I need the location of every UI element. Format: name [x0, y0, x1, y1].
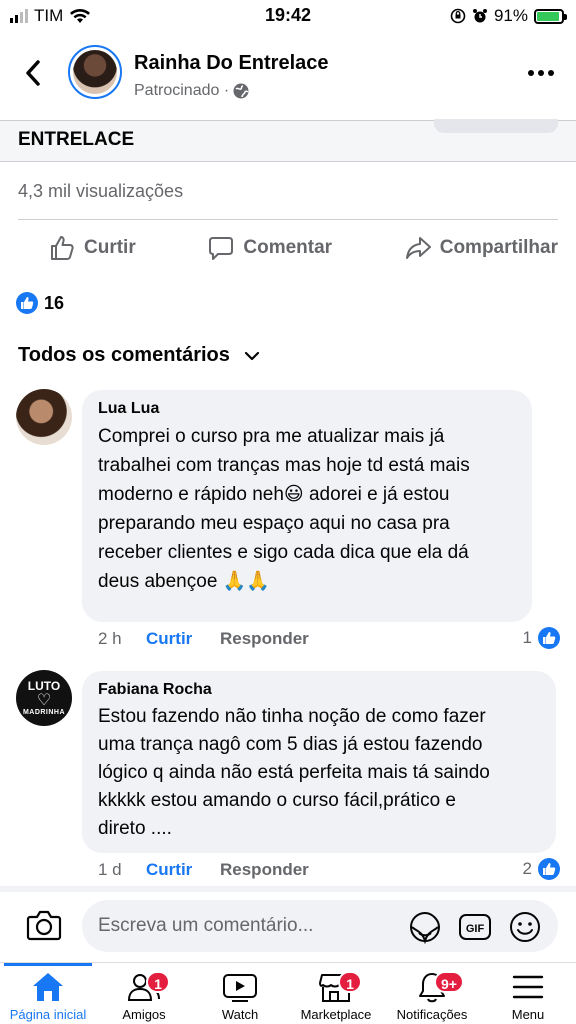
comment-text: Comprei o curso pra me atualizar mais já…	[98, 422, 516, 596]
tab-friends[interactable]: 1 Amigos	[96, 969, 192, 1022]
gif-icon[interactable]: GIF	[458, 910, 492, 944]
commenter-avatar[interactable]	[16, 389, 72, 445]
tab-marketplace[interactable]: 1 Marketplace	[288, 969, 384, 1022]
comment-line: uma trança nagô com 5 dias já estou faze…	[98, 734, 483, 755]
comment-button-label: Comentar	[243, 237, 333, 258]
divider	[18, 219, 558, 220]
comment-composer[interactable]: Escreva um comentário... GIF	[82, 900, 558, 952]
sticker-icon[interactable]	[408, 910, 442, 944]
emoji-icon[interactable]	[508, 910, 542, 944]
like-button[interactable]: Curtir	[48, 222, 136, 274]
battery-icon	[534, 8, 567, 24]
comment-author[interactable]: Fabiana Rocha	[98, 681, 540, 699]
page-avatar[interactable]	[68, 45, 122, 99]
comments-filter-label: Todos os comentários	[18, 344, 230, 366]
preview-title: ENTRELACE	[18, 129, 135, 150]
comment-line: direto ....	[98, 818, 172, 839]
comment-meta: 1 d Curtir Responder	[98, 860, 309, 880]
tab-label: Menu	[511, 1007, 545, 1022]
comment-bubble: Fabiana Rocha Estou fazendo não tinha no…	[82, 671, 556, 853]
comment-like-count[interactable]: 1	[523, 627, 560, 649]
gif-label: GIF	[466, 923, 485, 935]
commenter-avatar[interactable]: LUTO ♡ MADRINHA	[16, 670, 72, 726]
comment-age: 2 h	[98, 629, 122, 648]
alarm-icon	[472, 9, 487, 23]
comment-line: kkkkk estou amando o curso fácil,prático…	[98, 790, 457, 811]
more-options-icon[interactable]	[528, 70, 554, 76]
preview-tab	[434, 119, 558, 133]
like-reaction-icon	[538, 627, 560, 649]
notification-badge: 1	[338, 971, 362, 993]
back-arrow-icon[interactable]	[20, 56, 50, 90]
tab-label: Marketplace	[300, 1007, 372, 1022]
view-count: 4,3 mil visualizações	[18, 181, 184, 201]
comment-line: Comprei o curso pra me atualizar mais já	[98, 426, 445, 447]
comment-like-button[interactable]: Curtir	[146, 860, 220, 880]
comment-meta: 2 h Curtir Responder	[98, 629, 309, 649]
comment-like-count[interactable]: 2	[523, 858, 560, 880]
thumbs-up-icon	[51, 236, 74, 260]
avatar-text-bottom: MADRINHA	[22, 708, 66, 716]
like-reaction-icon	[538, 858, 560, 880]
sponsored-label: Patrocinado ·	[134, 82, 249, 100]
active-tab-indicator	[4, 963, 92, 966]
status-right: 91%	[450, 6, 567, 26]
post-actions: Curtir Comentar Compartilhar	[0, 222, 576, 274]
comment-author[interactable]: Lua Lua	[98, 400, 516, 418]
watch-icon	[223, 974, 257, 1002]
comment-like-button[interactable]: Curtir	[146, 629, 220, 649]
comment-bubble: Lua Lua Comprei o curso pra me atualizar…	[82, 390, 532, 622]
comment-line: trabalhei com tranças mas hoje td está m…	[98, 455, 470, 476]
tab-label: Página inicial	[9, 1007, 87, 1022]
post-header: Rainha Do Entrelace Patrocinado ·	[0, 36, 576, 112]
comment-line: receber clientes e sigo cada dica que el…	[98, 542, 469, 563]
comment-like-number: 2	[522, 859, 532, 878]
comment-like-number: 1	[522, 628, 532, 647]
comment-line: lógico q ainda não está perfeita mais tá…	[98, 762, 490, 783]
post-link-preview[interactable]: ENTRELACE	[0, 119, 576, 162]
globe-icon	[233, 83, 249, 99]
notification-badge: 1	[146, 971, 170, 993]
page-name[interactable]: Rainha Do Entrelace	[134, 52, 329, 75]
tab-menu[interactable]: Menu	[480, 969, 576, 1022]
comment-reply-button[interactable]: Responder	[220, 629, 309, 649]
tab-home[interactable]: Página inicial	[0, 969, 96, 1022]
heart-icon: ♡	[36, 691, 52, 709]
rotation-lock-icon	[450, 8, 466, 24]
notification-badge: 9+	[434, 971, 464, 993]
comment-input-placeholder[interactable]: Escreva um comentário...	[98, 915, 313, 937]
comments-filter[interactable]: Todos os comentários	[18, 344, 260, 367]
chevron-down-icon	[244, 351, 259, 360]
comment-icon	[209, 237, 234, 260]
tab-label: Watch	[221, 1007, 259, 1022]
share-button[interactable]: Compartilhar	[404, 222, 558, 274]
tab-notifications[interactable]: 9+ Notificações	[384, 969, 480, 1022]
like-reaction-icon	[16, 292, 38, 314]
comment-line: deus abençoe 🙏🙏	[98, 571, 270, 592]
home-icon	[33, 973, 63, 1001]
comment-line: moderno e rápido neh😃 adorei e já estou	[98, 484, 450, 505]
status-bar: TIM 19:42 91%	[0, 0, 576, 32]
share-button-label: Compartilhar	[439, 237, 558, 258]
share-icon	[405, 237, 431, 259]
comment-text: Estou fazendo não tinha noção de como fa…	[98, 703, 540, 843]
comment-reply-button[interactable]: Responder	[220, 860, 309, 880]
like-button-label: Curtir	[84, 237, 136, 258]
comment-line: preparando meu espaço aqui no casa pra	[98, 513, 450, 534]
sponsored-text: Patrocinado ·	[134, 82, 230, 99]
tab-watch[interactable]: Watch	[192, 969, 288, 1022]
bottom-tab-bar: Página inicial 1 Amigos Watch 1 Marketpl…	[0, 962, 576, 1024]
camera-icon[interactable]	[26, 908, 62, 942]
avatar-text-top: LUTO	[27, 679, 61, 694]
tab-label: Amigos	[122, 1007, 166, 1022]
menu-icon	[512, 975, 544, 999]
composer-separator	[0, 886, 576, 892]
battery-percent: 91%	[493, 6, 528, 25]
comment-button[interactable]: Comentar	[207, 222, 332, 274]
tab-label: Notificações	[396, 1007, 468, 1022]
comment-line: Estou fazendo não tinha noção de como fa…	[98, 706, 486, 727]
reactions-summary[interactable]: 16	[16, 292, 64, 314]
reaction-count: 16	[44, 292, 65, 313]
comment-age: 1 d	[98, 860, 122, 879]
